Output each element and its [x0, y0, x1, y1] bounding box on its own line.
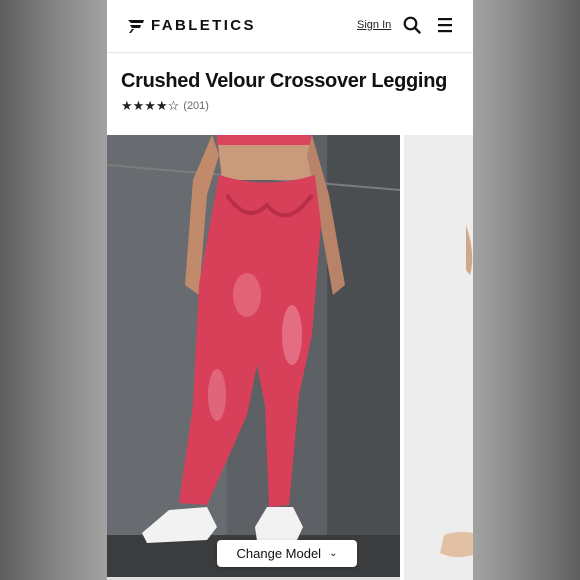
change-model-label: Change Model — [236, 546, 322, 561]
model-photo-illustration — [107, 135, 400, 580]
product-photo-next[interactable] — [404, 135, 473, 580]
search-icon[interactable] — [403, 16, 421, 34]
next-photo-preview — [404, 135, 473, 580]
change-model-button[interactable]: Change Model ⌄ — [217, 540, 357, 567]
product-photo-main[interactable]: Change Model ⌄ — [107, 135, 400, 580]
brand-name: FABLETICS — [151, 17, 256, 34]
background-right — [473, 0, 580, 580]
logo-mark-icon — [128, 19, 144, 33]
brand-logo[interactable]: FABLETICS — [127, 17, 256, 34]
product-title: Crushed Velour Crossover Legging — [121, 70, 448, 92]
sign-in-link[interactable]: Sign In — [357, 19, 391, 31]
navbar: FABLETICS Sign In — [107, 0, 473, 53]
hamburger-menu-icon[interactable] — [437, 17, 453, 33]
product-rating[interactable]: ★★★★ ☆ (201) — [121, 98, 209, 114]
star-rating-icon: ★★★★ — [121, 98, 168, 113]
chevron-down-icon: ⌄ — [329, 548, 338, 559]
product-gallery[interactable]: Change Model ⌄ — [107, 135, 473, 580]
review-count: (201) — [183, 100, 209, 112]
background-left — [0, 0, 107, 580]
phone-screen: FABLETICS Sign In Crushed Velour Crossov… — [107, 0, 473, 580]
star-half-icon: ☆ — [167, 98, 180, 113]
